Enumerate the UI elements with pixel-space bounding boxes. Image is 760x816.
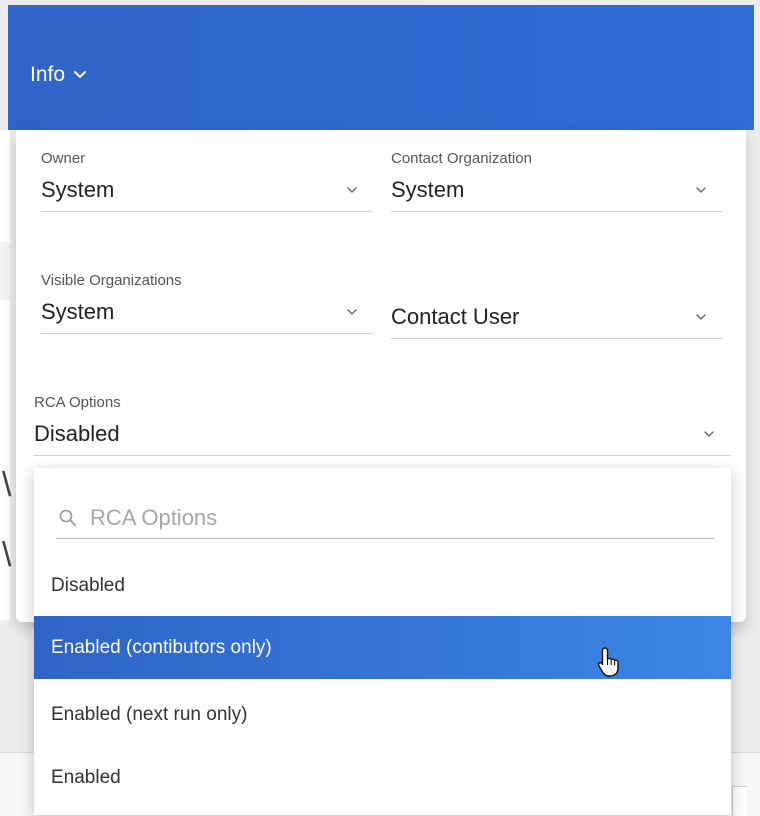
owner-select[interactable]: System [41,177,373,212]
dropdown-search [56,498,714,539]
dropdown-option-enabled-next-run[interactable]: Enabled (next run only) [34,683,731,746]
background-box [732,786,747,816]
dropdown-option-disabled[interactable]: Disabled [34,554,731,617]
background-glyph: \ [2,536,12,574]
chevron-down-icon [696,314,706,320]
visible-organizations-value: System [41,299,115,324]
rca-options-value: Disabled [34,421,120,446]
chevron-down-icon [347,309,357,315]
info-header: Info [8,5,754,130]
contact-organization-field: Contact Organization System [391,150,722,212]
dropdown-option-label: Enabled (next run only) [51,703,248,725]
contact-organization-select[interactable]: System [391,177,722,212]
visible-organizations-select[interactable]: System [41,299,373,334]
dropdown-option-label: Enabled (contibutors only) [51,636,272,658]
owner-value: System [41,177,115,202]
background-glyph: \ [2,466,12,504]
contact-user-field: Contact User [391,304,722,339]
visible-organizations-field: Visible Organizations System [41,272,373,334]
hand-pointer-icon [597,647,619,677]
dropdown-search-input[interactable] [88,504,692,532]
info-toggle[interactable]: Info [30,63,87,87]
chevron-down-icon [696,187,706,193]
rca-options-dropdown: Disabled Enabled (contibutors only) Enab… [34,468,731,815]
rca-options-field: RCA Options Disabled [34,394,730,456]
chevron-down-icon [74,71,87,78]
contact-user-select[interactable]: Contact User [391,304,722,339]
owner-label: Owner [41,150,86,167]
chevron-down-icon [347,187,357,193]
search-icon [59,509,76,526]
rca-options-label: RCA Options [34,394,121,411]
dropdown-option-enabled[interactable]: Enabled [34,746,731,809]
background-band [0,242,10,300]
dropdown-option-label: Disabled [51,574,125,596]
contact-user-value: Contact User [391,304,520,329]
visible-organizations-label: Visible Organizations [41,272,182,289]
chevron-down-icon [704,431,714,437]
rca-options-select[interactable]: Disabled [34,421,730,456]
header-title: Info [30,63,66,86]
owner-field: Owner System [41,150,373,212]
dropdown-option-enabled-contributors[interactable]: Enabled (contibutors only) [34,616,731,679]
contact-organization-value: System [391,177,465,202]
contact-organization-label: Contact Organization [391,150,532,167]
dropdown-option-label: Enabled [51,766,121,788]
